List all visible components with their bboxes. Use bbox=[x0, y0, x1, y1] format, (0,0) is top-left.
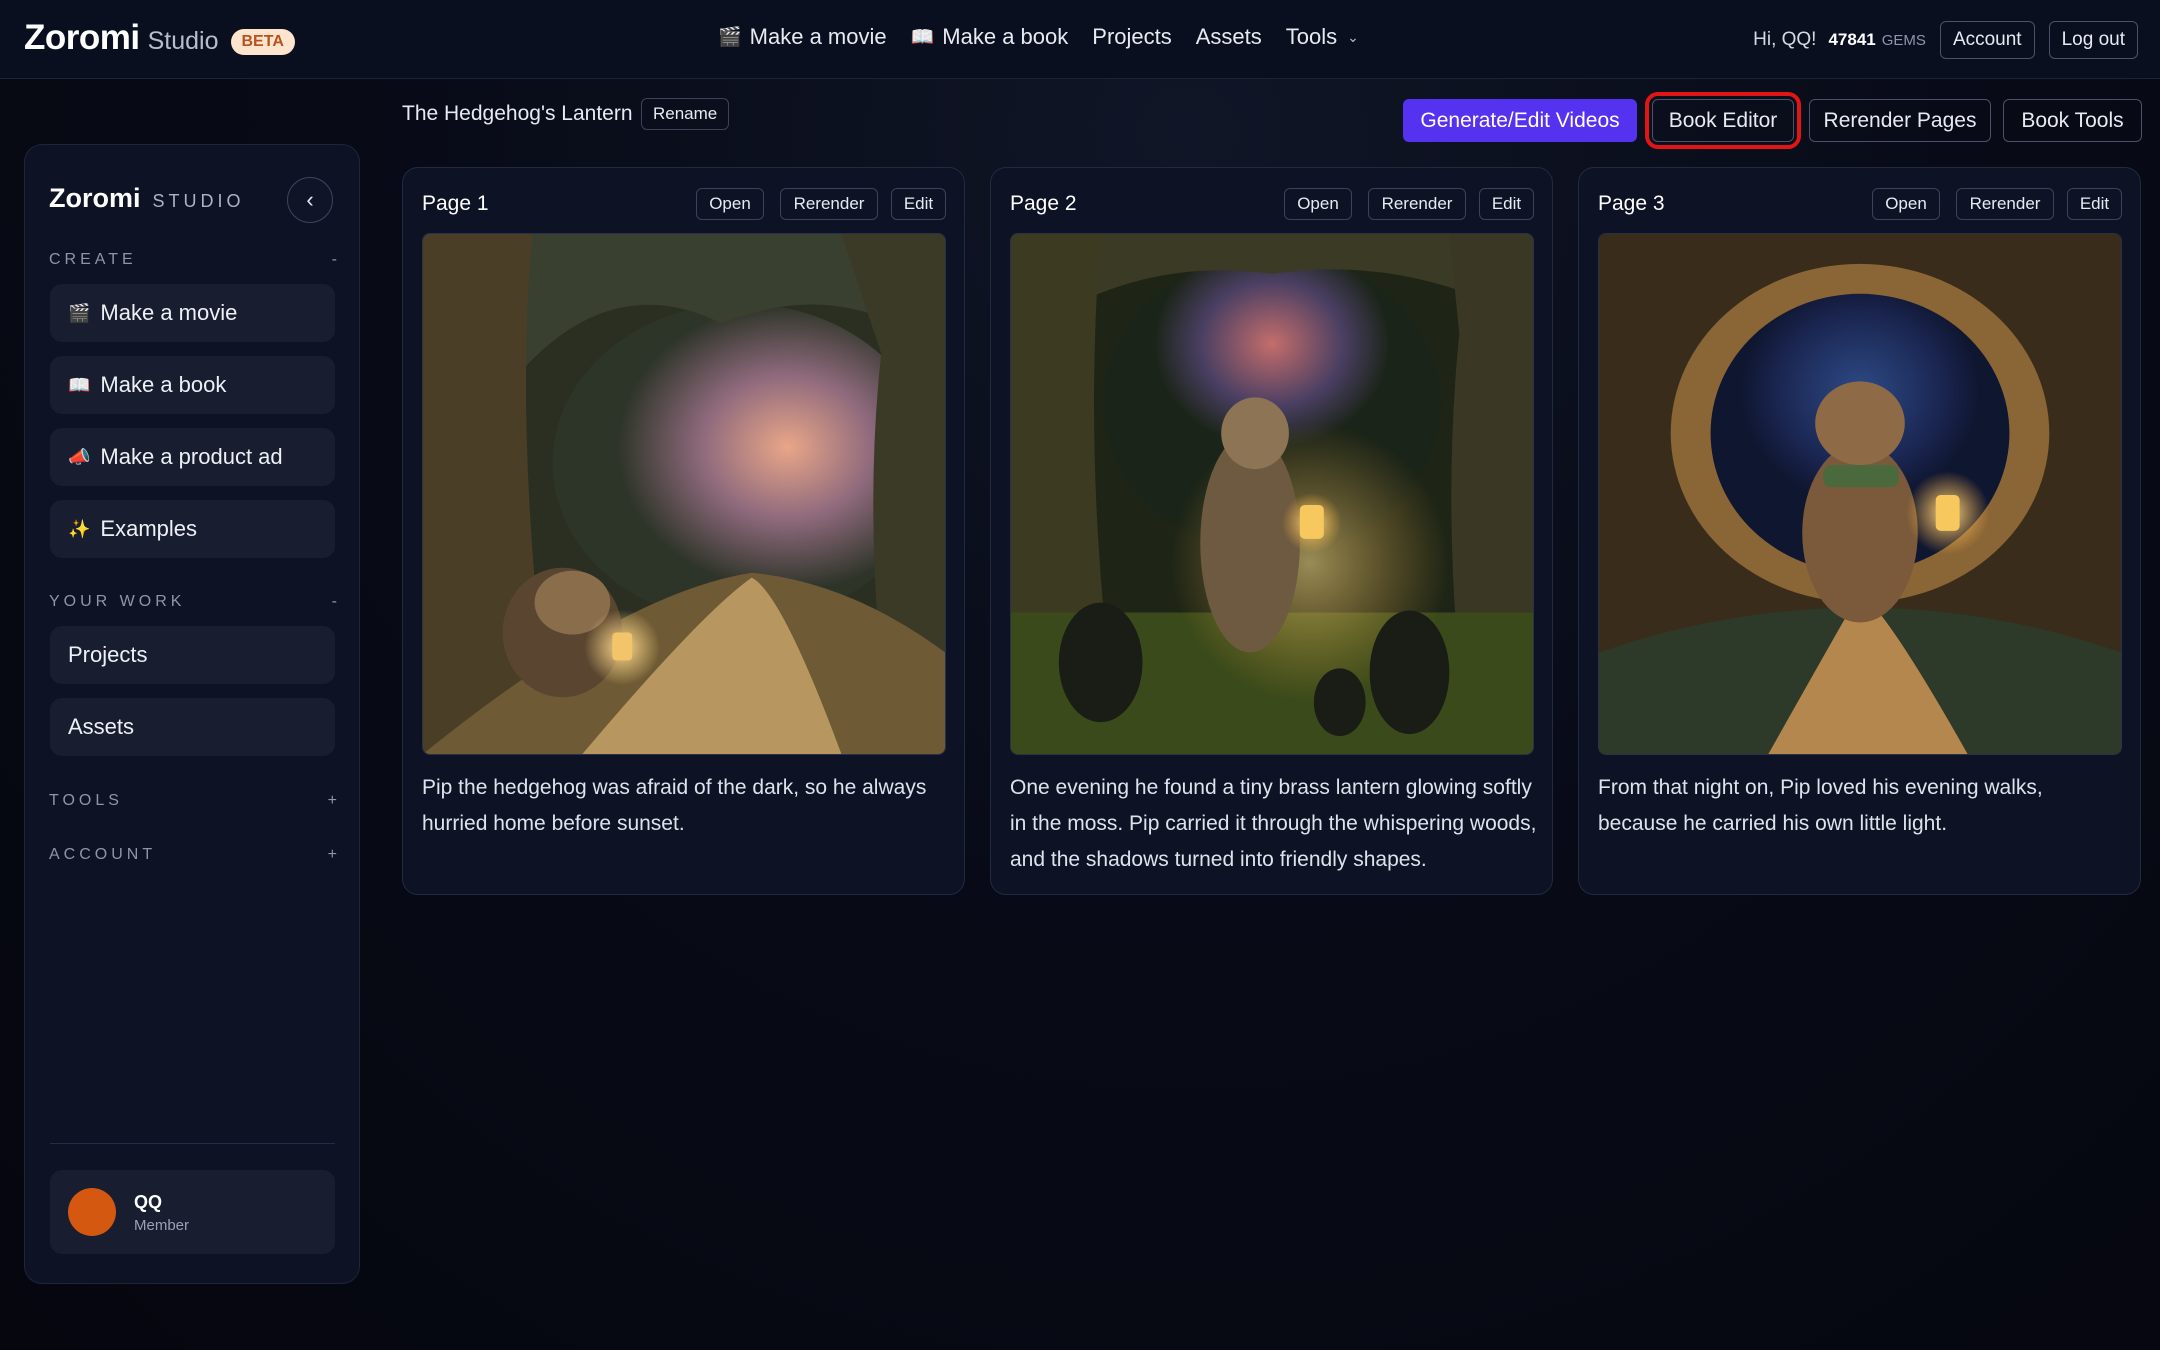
rename-button[interactable]: Rename bbox=[641, 98, 730, 130]
collapse-section-icon: - bbox=[331, 251, 337, 268]
rerender-pages-button[interactable]: Rerender Pages bbox=[1809, 99, 1991, 142]
section-your-work-label: YOUR WORK bbox=[49, 593, 186, 610]
project-title: The Hedgehog's Lantern bbox=[402, 102, 633, 125]
sidebar-brand: Zoromi STUDIO bbox=[49, 183, 245, 214]
greeting: Hi, QQ! bbox=[1753, 29, 1817, 50]
user-nav: Hi, QQ! 47841 GEMS Account Log out bbox=[1753, 21, 2138, 59]
gems-label: GEMS bbox=[1881, 31, 1926, 49]
sidebar-item-label: Make a book bbox=[100, 372, 227, 397]
sidebar-item-label: Make a product ad bbox=[100, 444, 283, 469]
clapperboard-icon: 🎬 bbox=[68, 302, 91, 323]
nav-projects-label: Projects bbox=[1092, 24, 1172, 49]
user-name: QQ bbox=[134, 1192, 163, 1212]
page-card: Page 3 Open Rerender Edit From that nigh… bbox=[1578, 167, 2141, 895]
generate-edit-videos-button[interactable]: Generate/Edit Videos bbox=[1403, 99, 1637, 142]
page-title: Page 3 bbox=[1598, 192, 1665, 215]
section-tools-header[interactable]: TOOLS + bbox=[49, 792, 337, 810]
book-icon: 📖 bbox=[68, 374, 91, 395]
logout-button[interactable]: Log out bbox=[2048, 21, 2138, 59]
rerender-page-button[interactable]: Rerender bbox=[1956, 188, 2054, 220]
sidebar-item-label: Make a movie bbox=[100, 300, 238, 325]
nav-make-movie-label: Make a movie bbox=[749, 24, 887, 49]
nav-projects[interactable]: Projects bbox=[1092, 24, 1171, 50]
chevron-down-icon: ⌄ bbox=[1347, 28, 1359, 45]
chevron-left-icon: ‹ bbox=[306, 187, 314, 212]
expand-section-icon: + bbox=[327, 846, 337, 863]
sidebar-brand-name: Zoromi bbox=[49, 183, 141, 213]
section-account-label: ACCOUNT bbox=[49, 846, 157, 863]
section-account-header[interactable]: ACCOUNT + bbox=[49, 846, 337, 864]
sidebar-item-projects[interactable]: Projects bbox=[50, 626, 335, 684]
nav-assets[interactable]: Assets bbox=[1196, 24, 1262, 50]
book-icon: 📖 bbox=[910, 27, 935, 48]
account-button[interactable]: Account bbox=[1939, 21, 2035, 59]
sidebar: Zoromi STUDIO ‹ CREATE - 🎬 Make a movie … bbox=[24, 144, 360, 1284]
main-nav: 🎬 Make a movie 📖 Make a book Projects As… bbox=[718, 24, 1359, 50]
nav-make-movie[interactable]: 🎬 Make a movie bbox=[718, 24, 887, 50]
open-page-button[interactable]: Open bbox=[1872, 188, 1940, 220]
section-tools-label: TOOLS bbox=[49, 792, 123, 809]
logo[interactable]: Zoromi Studio BETA bbox=[24, 18, 295, 58]
top-navbar: Zoromi Studio BETA 🎬 Make a movie 📖 Make… bbox=[0, 0, 2160, 79]
megaphone-icon: 📣 bbox=[68, 446, 91, 467]
page-illustration[interactable] bbox=[1598, 233, 2122, 755]
logo-name: Zoromi bbox=[24, 18, 140, 57]
section-create-label: CREATE bbox=[49, 251, 137, 268]
sidebar-item-make-movie[interactable]: 🎬 Make a movie bbox=[50, 284, 335, 342]
section-create-header[interactable]: CREATE - bbox=[49, 251, 337, 269]
nav-assets-label: Assets bbox=[1195, 24, 1262, 49]
avatar bbox=[68, 1188, 116, 1236]
sidebar-item-assets[interactable]: Assets bbox=[50, 698, 335, 756]
page-illustration[interactable] bbox=[422, 233, 946, 755]
collapse-section-icon: - bbox=[331, 593, 337, 610]
open-page-button[interactable]: Open bbox=[1284, 188, 1352, 220]
page-card: Page 2 Open Rerender Edit One evening he… bbox=[990, 167, 1553, 895]
expand-section-icon: + bbox=[327, 792, 337, 809]
page-text: From that night on, Pip loved his evenin… bbox=[1598, 776, 2043, 835]
page-text: Pip the hedgehog was afraid of the dark,… bbox=[422, 776, 927, 835]
user-role: Member bbox=[134, 1217, 190, 1234]
beta-badge: BETA bbox=[230, 29, 295, 55]
section-your-work-header[interactable]: YOUR WORK - bbox=[49, 593, 337, 611]
book-tools-button[interactable]: Book Tools bbox=[2003, 99, 2142, 142]
page-text: One evening he found a tiny brass lanter… bbox=[1010, 776, 1537, 871]
sidebar-item-label: Examples bbox=[100, 516, 198, 541]
page-illustration[interactable] bbox=[1010, 233, 1534, 755]
page-title: Page 2 bbox=[1010, 192, 1077, 215]
sidebar-divider bbox=[50, 1143, 335, 1144]
sparkles-icon: ✨ bbox=[68, 518, 91, 539]
edit-page-button[interactable]: Edit bbox=[891, 188, 946, 220]
sidebar-item-make-book[interactable]: 📖 Make a book bbox=[50, 356, 335, 414]
sidebar-item-examples[interactable]: ✨ Examples bbox=[50, 500, 335, 558]
page-title: Page 1 bbox=[422, 192, 489, 215]
edit-page-button[interactable]: Edit bbox=[2067, 188, 2122, 220]
rerender-page-button[interactable]: Rerender bbox=[780, 188, 878, 220]
page-card: Page 1 Open Rerender Edit Pip the hedgeh… bbox=[402, 167, 965, 895]
gems-count: 47841 bbox=[1828, 30, 1876, 49]
nav-tools-dropdown[interactable]: Tools ⌄ bbox=[1286, 24, 1359, 50]
sidebar-item-label: Assets bbox=[68, 714, 135, 739]
rerender-page-button[interactable]: Rerender bbox=[1368, 188, 1466, 220]
nav-tools-label: Tools bbox=[1285, 24, 1338, 49]
edit-page-button[interactable]: Edit bbox=[1479, 188, 1534, 220]
sidebar-brand-sub: STUDIO bbox=[152, 191, 245, 211]
sidebar-item-make-product-ad[interactable]: 📣 Make a product ad bbox=[50, 428, 335, 486]
sidebar-item-label: Projects bbox=[68, 642, 148, 667]
nav-make-book-label: Make a book bbox=[942, 24, 1069, 49]
user-profile-card[interactable]: QQ Member bbox=[50, 1170, 335, 1254]
logo-sub: Studio bbox=[147, 27, 219, 55]
open-page-button[interactable]: Open bbox=[696, 188, 764, 220]
collapse-sidebar-button[interactable]: ‹ bbox=[287, 177, 333, 223]
nav-make-book[interactable]: 📖 Make a book bbox=[911, 24, 1069, 50]
book-editor-button[interactable]: Book Editor bbox=[1645, 92, 1801, 149]
clapperboard-icon: 🎬 bbox=[718, 27, 742, 48]
